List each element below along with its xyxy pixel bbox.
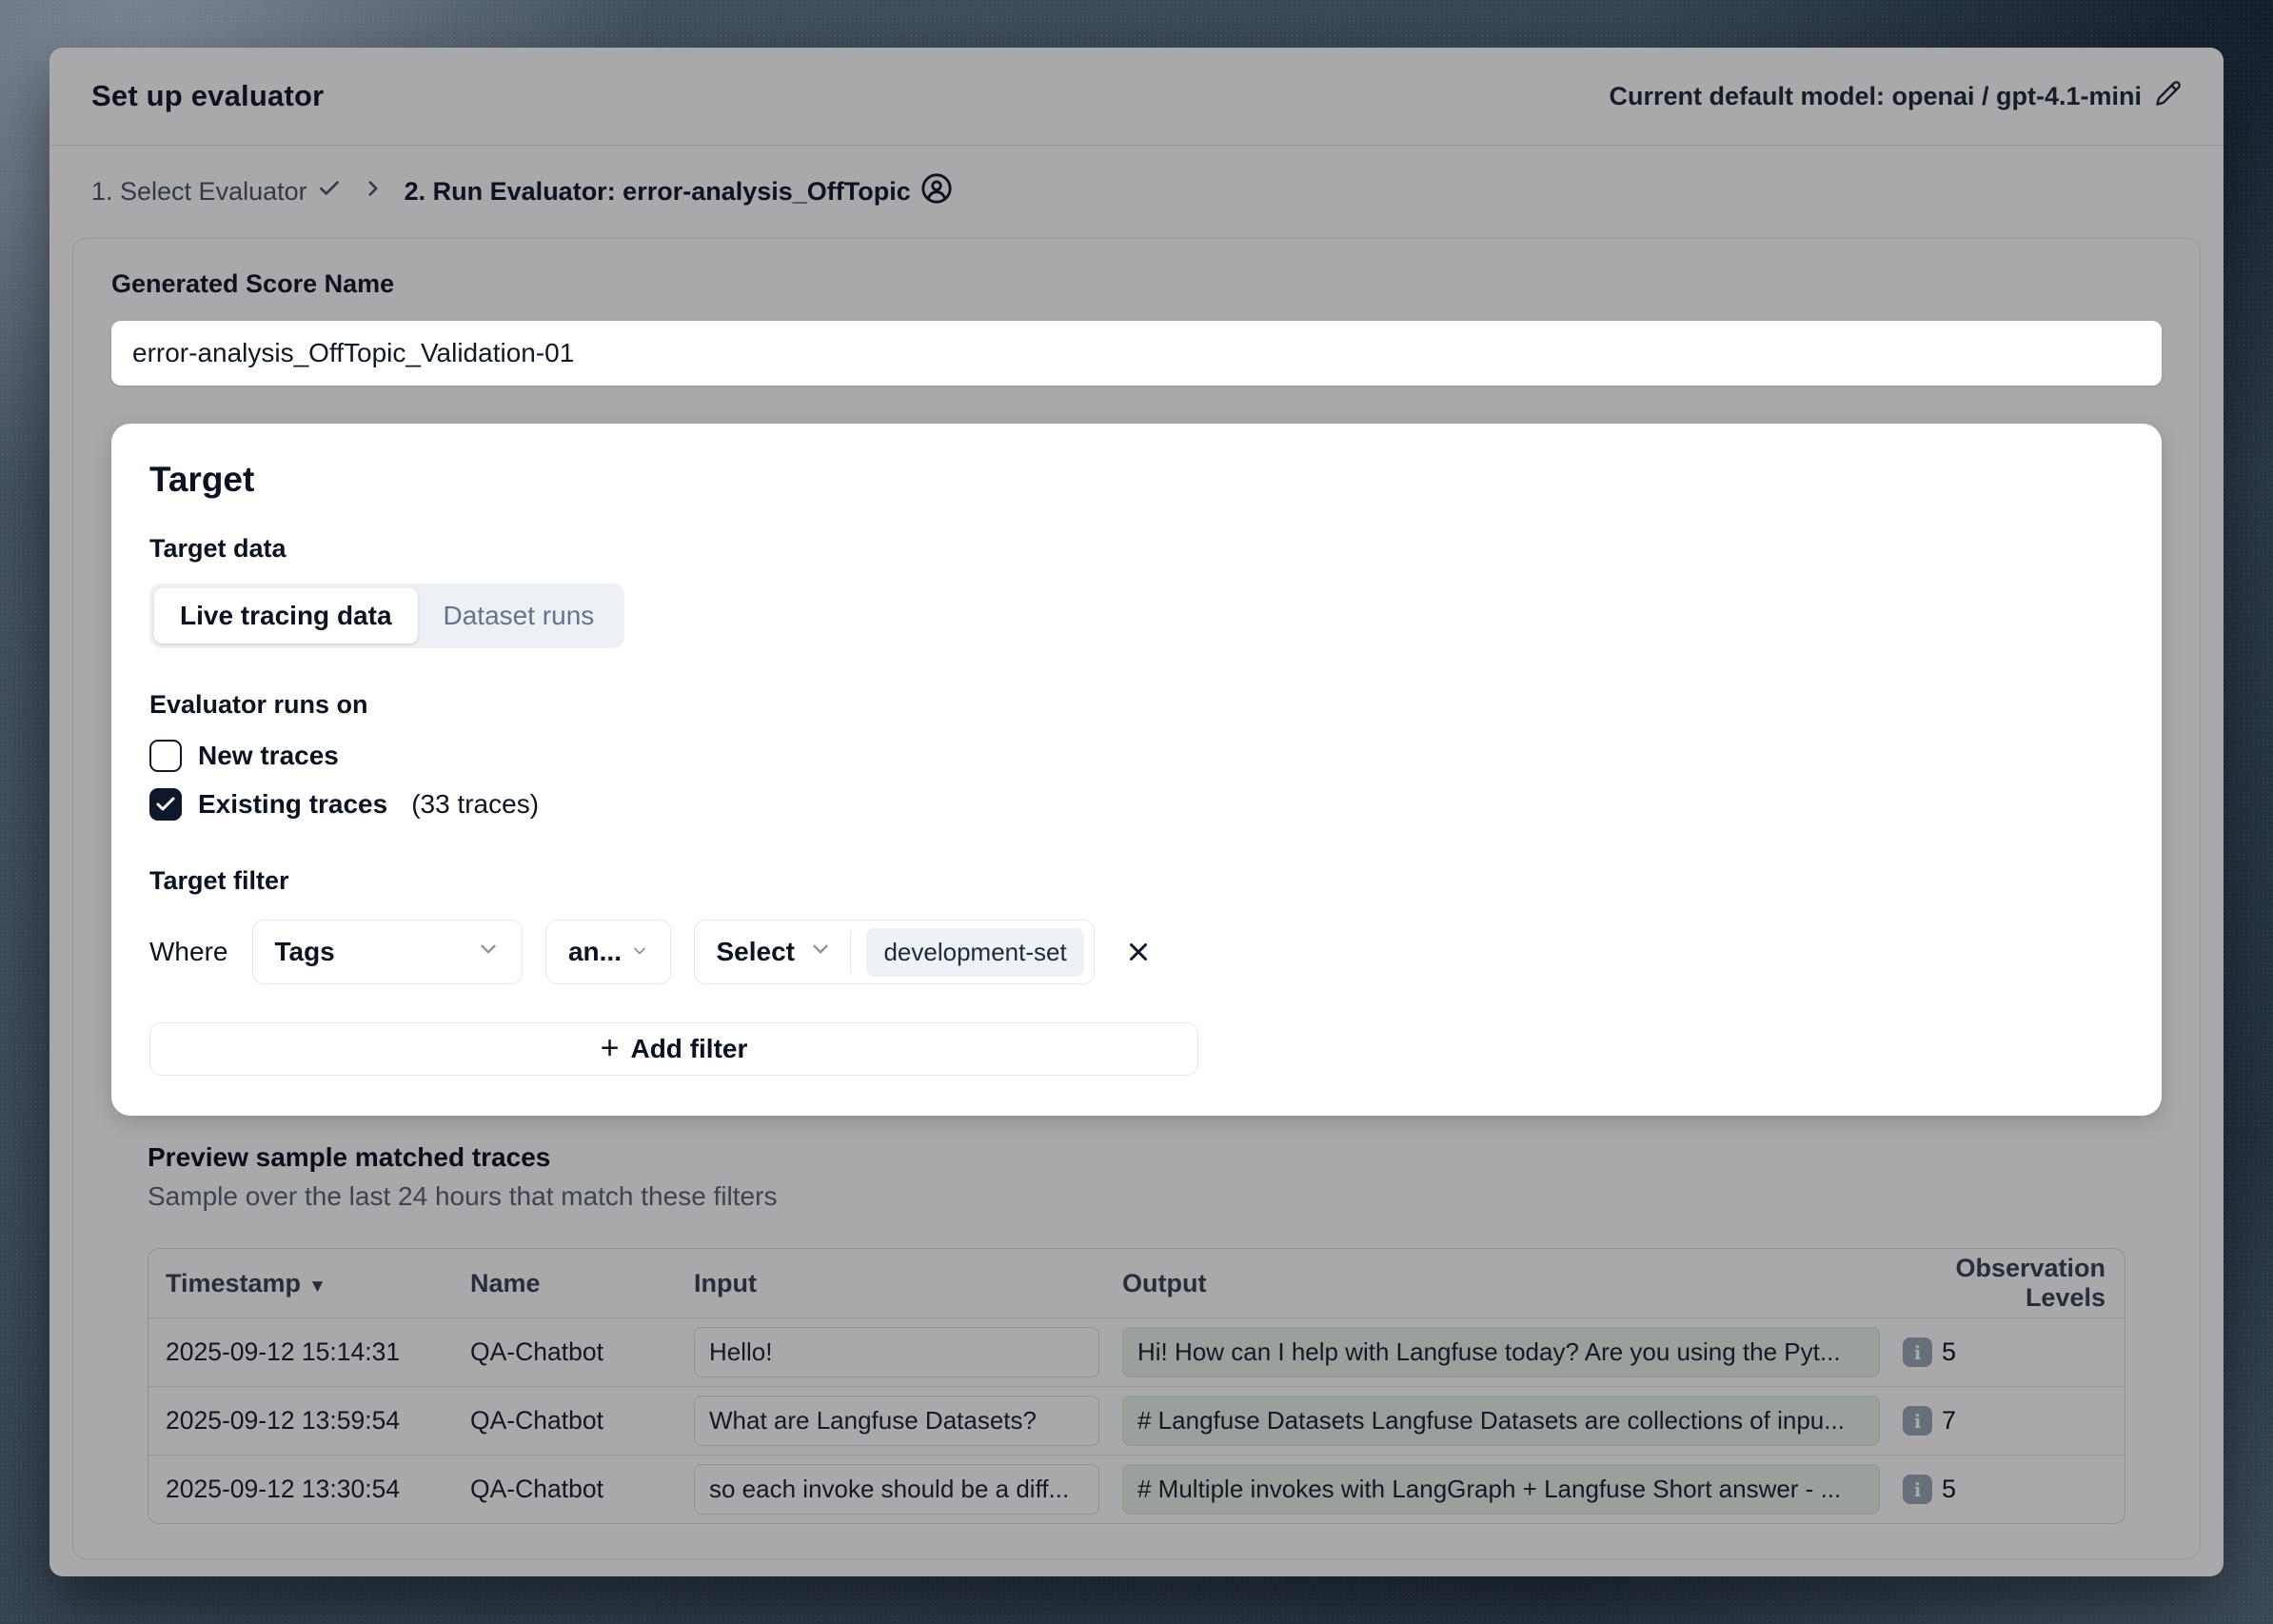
setup-evaluator-dialog: Set up evaluator Current default model: … [49, 48, 2224, 1576]
info-level-icon: i [1903, 1475, 1932, 1504]
name-cell: QA-Chatbot [470, 1406, 694, 1436]
remove-filter-button[interactable] [1117, 931, 1159, 973]
where-label: Where [149, 937, 227, 967]
info-level-icon: i [1903, 1337, 1932, 1367]
traces-table: Timestamp▼ Name Input Output Observation… [148, 1248, 2125, 1524]
timestamp-cell: 2025-09-12 15:14:31 [166, 1337, 470, 1367]
filter-column-value: Tags [274, 937, 334, 967]
table-row[interactable]: 2025-09-12 13:59:54 QA-Chatbot What are … [148, 1386, 2125, 1455]
default-model-label: Current default model: openai / gpt-4.1-… [1609, 82, 2142, 111]
plus-icon: + [601, 1032, 620, 1064]
output-cell: Hi! How can I help with Langfuse today? … [1122, 1327, 1880, 1377]
existing-traces-row: Existing traces (33 traces) [149, 788, 2124, 821]
input-cell: so each invoke should be a diff... [694, 1464, 1099, 1515]
level-count: 5 [1942, 1475, 1956, 1504]
preview-section: Preview sample matched traces Sample ove… [111, 1142, 2162, 1524]
target-data-label: Target data [149, 532, 2124, 564]
breadcrumb: 1. Select Evaluator 2. Run Evaluator: er… [49, 146, 2224, 238]
new-traces-row: New traces [149, 740, 2124, 772]
info-level-icon: i [1903, 1406, 1932, 1436]
breadcrumb-step-run-evaluator[interactable]: 2. Run Evaluator: error-analysis_OffTopi… [405, 172, 953, 211]
table-row[interactable]: 2025-09-12 13:30:54 QA-Chatbot so each i… [148, 1455, 2125, 1523]
target-card: Target Target data Live tracing data Dat… [111, 424, 2162, 1116]
filter-operator-select[interactable]: an... [545, 920, 671, 984]
step2-label: 2. Run Evaluator: error-analysis_OffTopi… [405, 177, 911, 207]
preview-title: Preview sample matched traces [148, 1142, 2125, 1173]
score-name-label: Generated Score Name [111, 267, 2162, 300]
runs-on-label: Evaluator runs on [149, 688, 2124, 721]
observation-levels-cell: i 5 [1903, 1475, 2125, 1504]
chevron-down-icon [808, 937, 833, 968]
col-output[interactable]: Output [1122, 1269, 1903, 1298]
filter-value-chip[interactable]: development-set [866, 928, 1083, 977]
table-row[interactable]: 2025-09-12 15:14:31 QA-Chatbot Hello! Hi… [148, 1317, 2125, 1386]
target-data-tabs: Live tracing data Dataset runs [149, 584, 624, 648]
page-title: Set up evaluator [91, 79, 324, 113]
evaluator-config-section: Generated Score Name Target Target data … [72, 238, 2201, 1559]
check-icon [317, 176, 342, 208]
input-cell: What are Langfuse Datasets? [694, 1396, 1099, 1446]
name-cell: QA-Chatbot [470, 1475, 694, 1504]
table-header-row: Timestamp▼ Name Input Output Observation… [148, 1249, 2125, 1317]
breadcrumb-step-select-evaluator[interactable]: 1. Select Evaluator [91, 176, 342, 208]
output-cell: # Multiple invokes with LangGraph + Lang… [1122, 1464, 1880, 1515]
input-cell: Hello! [694, 1327, 1099, 1377]
timestamp-cell: 2025-09-12 13:59:54 [166, 1406, 470, 1436]
observation-levels-cell: i 5 [1903, 1337, 2125, 1367]
existing-traces-checkbox[interactable] [149, 788, 182, 821]
filter-column-select[interactable]: Tags [252, 920, 523, 984]
chevron-right-icon [361, 176, 385, 208]
score-name-input[interactable] [111, 321, 2162, 386]
observation-levels-cell: i 7 [1903, 1406, 2125, 1436]
tab-live-tracing-data[interactable]: Live tracing data [154, 588, 418, 644]
chevron-down-icon [476, 937, 501, 968]
chevron-down-icon [630, 937, 649, 967]
filter-operator-value: an... [568, 937, 622, 967]
user-circle-icon [920, 172, 953, 211]
filter-value-placeholder: Select [716, 937, 795, 967]
target-filter-label: Target filter [149, 864, 2124, 897]
output-cell: # Langfuse Datasets Langfuse Datasets ar… [1122, 1396, 1880, 1446]
sort-desc-icon: ▼ [308, 1277, 326, 1297]
default-model-info: Current default model: openai / gpt-4.1-… [1609, 80, 2182, 113]
add-filter-button[interactable]: + Add filter [149, 1022, 1198, 1076]
col-observation-levels[interactable]: Observation Levels [1903, 1254, 2125, 1313]
col-timestamp[interactable]: Timestamp▼ [166, 1269, 470, 1298]
step1-label: 1. Select Evaluator [91, 177, 307, 207]
dialog-header: Set up evaluator Current default model: … [49, 48, 2224, 145]
filter-value-select[interactable]: Select development-set [694, 920, 1094, 984]
filter-row: Where Tags an... Select [149, 920, 2124, 984]
level-count: 5 [1942, 1337, 1956, 1367]
edit-model-icon[interactable] [2155, 80, 2182, 113]
add-filter-label: Add filter [630, 1034, 747, 1064]
separator [850, 932, 852, 972]
new-traces-label: New traces [198, 741, 339, 771]
col-input[interactable]: Input [694, 1269, 1122, 1298]
new-traces-checkbox[interactable] [149, 740, 182, 772]
target-title: Target [149, 460, 2124, 500]
timestamp-cell: 2025-09-12 13:30:54 [166, 1475, 470, 1504]
preview-subtitle: Sample over the last 24 hours that match… [148, 1181, 2125, 1212]
tab-dataset-runs[interactable]: Dataset runs [418, 588, 621, 644]
level-count: 7 [1942, 1406, 1956, 1436]
name-cell: QA-Chatbot [470, 1337, 694, 1367]
existing-traces-label: Existing traces [198, 789, 387, 820]
col-name[interactable]: Name [470, 1269, 694, 1298]
existing-traces-count: (33 traces) [411, 789, 539, 820]
